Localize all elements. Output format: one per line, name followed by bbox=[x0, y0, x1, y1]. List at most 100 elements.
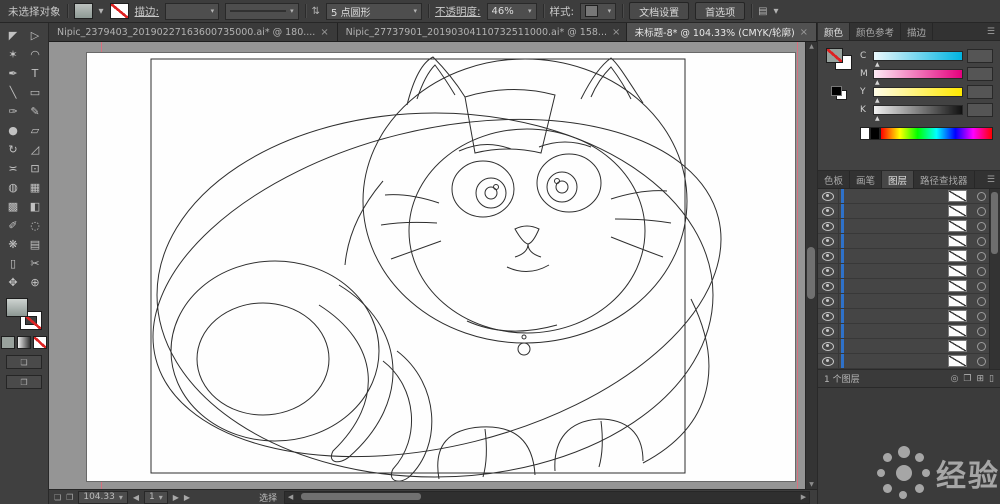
gradient-mode-button[interactable] bbox=[17, 336, 31, 349]
layer-thumbnail[interactable] bbox=[948, 190, 967, 202]
next-artboard-icon[interactable]: ▶ bbox=[173, 493, 179, 502]
layer-thumbnail[interactable] bbox=[948, 235, 967, 247]
visibility-toggle[interactable] bbox=[818, 189, 839, 203]
fill-dropdown-icon[interactable]: ▾ bbox=[99, 6, 104, 17]
layer-row[interactable] bbox=[818, 279, 1000, 294]
target-circle-icon[interactable] bbox=[977, 266, 986, 276]
brush-definition-dropdown[interactable]: 5 点圆形 ▾ bbox=[325, 2, 422, 20]
layer-row[interactable] bbox=[818, 234, 1000, 249]
visibility-toggle[interactable] bbox=[818, 249, 839, 263]
stroke-link[interactable]: 描边: bbox=[135, 4, 160, 19]
visibility-toggle[interactable] bbox=[818, 219, 839, 233]
panel-options-icon[interactable]: ▤ bbox=[758, 6, 767, 17]
target-circle-icon[interactable] bbox=[977, 191, 986, 201]
layer-thumbnail[interactable] bbox=[948, 355, 967, 367]
stroke-width-dropdown[interactable]: ▾ bbox=[165, 2, 220, 20]
new-sublayer-icon[interactable]: ❐ bbox=[963, 374, 971, 384]
yellow-slider[interactable] bbox=[873, 87, 963, 104]
cyan-value-field[interactable] bbox=[967, 49, 993, 63]
scale-tool[interactable]: ◿ bbox=[24, 140, 46, 159]
tab-close-icon[interactable]: × bbox=[320, 27, 328, 38]
column-graph-tool[interactable]: ▤ bbox=[24, 235, 46, 254]
prev-artboard-icon[interactable]: ◀ bbox=[133, 493, 139, 502]
new-layer-icon[interactable]: ⊞ bbox=[977, 374, 985, 384]
layer-row[interactable] bbox=[818, 309, 1000, 324]
eyedropper-tool[interactable]: ✐ bbox=[2, 216, 24, 235]
layer-thumbnail[interactable] bbox=[948, 250, 967, 262]
layer-row[interactable] bbox=[818, 264, 1000, 279]
blend-tool[interactable]: ◌ bbox=[24, 216, 46, 235]
layer-row[interactable] bbox=[818, 249, 1000, 264]
brush-spinner-icon[interactable]: ⇅ bbox=[312, 6, 320, 17]
tab-color-guide[interactable]: 颜色参考 bbox=[850, 23, 902, 40]
visibility-toggle[interactable] bbox=[818, 204, 839, 218]
default-colors-button[interactable] bbox=[831, 86, 847, 100]
black-spectrum-swatch[interactable] bbox=[870, 126, 880, 140]
layer-thumbnail[interactable] bbox=[948, 295, 967, 307]
rotate-tool[interactable]: ↻ bbox=[2, 140, 24, 159]
document-tab-1[interactable]: Nipic_2379403_20190227163600735000.ai* @… bbox=[49, 23, 338, 41]
none-mode-button[interactable] bbox=[33, 336, 47, 349]
layer-thumbnail[interactable] bbox=[948, 340, 967, 352]
gradient-tool[interactable]: ◧ bbox=[24, 197, 46, 216]
eraser-tool[interactable]: ▱ bbox=[24, 121, 46, 140]
layer-thumbnail[interactable] bbox=[948, 310, 967, 322]
layer-thumbnail[interactable] bbox=[948, 280, 967, 292]
blob-brush-tool[interactable]: ● bbox=[2, 121, 24, 140]
fill-stroke-proxy[interactable] bbox=[5, 298, 43, 330]
magenta-slider[interactable] bbox=[873, 69, 963, 86]
rectangle-tool[interactable]: ▭ bbox=[24, 83, 46, 102]
layer-row[interactable] bbox=[818, 324, 1000, 339]
width-tool[interactable]: ≍ bbox=[2, 159, 24, 178]
scroll-down-icon[interactable]: ▼ bbox=[806, 481, 817, 488]
scroll-left-icon[interactable]: ◀ bbox=[285, 492, 296, 503]
cyan-slider[interactable] bbox=[873, 51, 963, 68]
canvas[interactable]: ▲ ▼ bbox=[49, 42, 817, 489]
layer-row[interactable] bbox=[818, 354, 1000, 369]
pen-tool[interactable]: ✒ bbox=[2, 64, 24, 83]
mesh-tool[interactable]: ▩ bbox=[2, 197, 24, 216]
visibility-toggle[interactable] bbox=[818, 354, 839, 368]
black-slider[interactable] bbox=[873, 105, 963, 122]
visibility-toggle[interactable] bbox=[818, 234, 839, 248]
white-spectrum-swatch[interactable] bbox=[860, 126, 870, 140]
layer-row[interactable] bbox=[818, 219, 1000, 234]
panel-fill-swatch[interactable] bbox=[826, 48, 843, 63]
tab-layers[interactable]: 图层 bbox=[882, 171, 915, 188]
scroll-right-icon[interactable]: ▶ bbox=[798, 492, 809, 503]
document-tab-3-active[interactable]: 未标题-8* @ 104.33% (CMYK/轮廓) × bbox=[626, 23, 817, 41]
target-circle-icon[interactable] bbox=[977, 251, 986, 261]
stroke-profile-dropdown[interactable]: ▾ bbox=[225, 2, 299, 20]
status-doc-icon[interactable]: ❏ bbox=[54, 493, 61, 502]
line-segment-tool[interactable]: ╲ bbox=[2, 83, 24, 102]
color-spectrum-bar[interactable] bbox=[880, 126, 993, 140]
layers-scrollbar[interactable] bbox=[989, 189, 1000, 369]
visibility-toggle[interactable] bbox=[818, 294, 839, 308]
fill-color-swatch[interactable] bbox=[73, 3, 93, 19]
layers-scroll-thumb[interactable] bbox=[991, 192, 998, 254]
shape-builder-tool[interactable]: ◍ bbox=[2, 178, 24, 197]
zoom-tool[interactable]: ⊕ bbox=[24, 273, 46, 292]
bounding-rect-path[interactable] bbox=[150, 58, 686, 474]
layer-row[interactable] bbox=[818, 189, 1000, 204]
visibility-toggle[interactable] bbox=[818, 309, 839, 323]
make-clip-mask-icon[interactable]: ◎ bbox=[951, 374, 959, 384]
tab-brushes[interactable]: 画笔 bbox=[850, 171, 883, 188]
delete-layer-icon[interactable]: ▯ bbox=[989, 374, 994, 384]
visibility-toggle[interactable] bbox=[818, 324, 839, 338]
target-circle-icon[interactable] bbox=[977, 341, 986, 351]
target-circle-icon[interactable] bbox=[977, 236, 986, 246]
vertical-scroll-thumb[interactable] bbox=[807, 247, 815, 299]
tab-close-icon[interactable]: × bbox=[612, 27, 620, 38]
status-doc-icon-2[interactable]: ❐ bbox=[66, 493, 73, 502]
hand-tool[interactable]: ✥ bbox=[2, 273, 24, 292]
visibility-toggle[interactable] bbox=[818, 339, 839, 353]
cat-outline-drawing[interactable] bbox=[87, 53, 795, 481]
horizontal-scroll-thumb[interactable] bbox=[301, 492, 422, 500]
artboard-tool[interactable]: ▯ bbox=[2, 254, 24, 273]
document-setup-button[interactable]: 文档设置 bbox=[629, 2, 690, 20]
layer-thumbnail[interactable] bbox=[948, 265, 967, 277]
panel-menu-icon[interactable]: ☰ bbox=[982, 171, 1000, 188]
tab-pathfinder[interactable]: 路径查找器 bbox=[914, 171, 975, 188]
layer-row[interactable] bbox=[818, 294, 1000, 309]
